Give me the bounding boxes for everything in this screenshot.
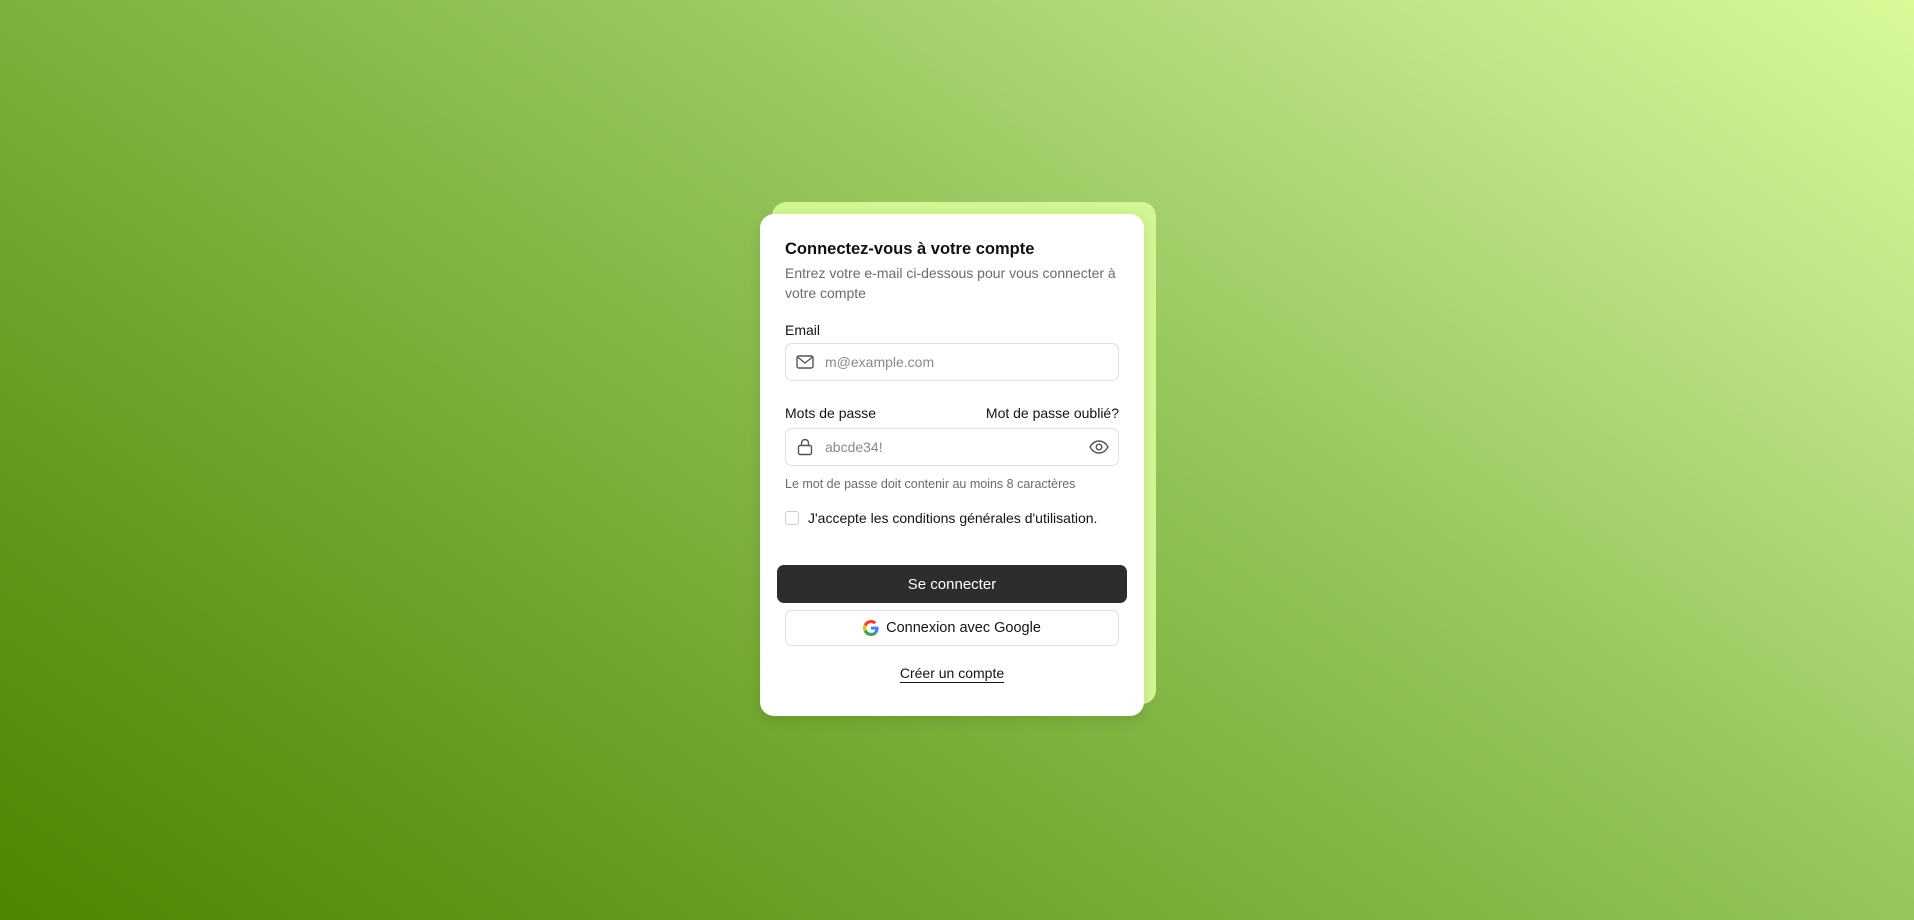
mail-icon	[795, 352, 815, 372]
sign-in-button[interactable]: Se connecter	[777, 565, 1127, 603]
email-group: Email	[785, 321, 1119, 381]
password-input[interactable]	[825, 429, 1088, 465]
terms-checkbox[interactable]	[785, 511, 799, 525]
email-input[interactable]	[825, 344, 1118, 380]
password-field[interactable]	[785, 428, 1119, 466]
create-account-link[interactable]: Créer un compte	[899, 665, 1005, 683]
eye-icon[interactable]	[1088, 436, 1110, 458]
password-hint: Le mot de passe doit contenir au moins 8…	[785, 477, 1076, 491]
page-background: Connectez-vous à votre compte Entrez vot…	[0, 0, 1914, 920]
google-sign-in-button[interactable]: Connexion avec Google	[785, 610, 1119, 646]
lock-icon	[795, 437, 815, 457]
terms-label[interactable]: J'accepte les conditions générales d'uti…	[808, 510, 1097, 526]
google-button-label: Connexion avec Google	[886, 620, 1041, 636]
email-field[interactable]	[785, 343, 1119, 381]
login-card: Connectez-vous à votre compte Entrez vot…	[760, 214, 1144, 716]
password-label: Mots de passe	[785, 405, 877, 421]
password-group: Mots de passe Mot de passe oublié? Le mo…	[785, 404, 1119, 492]
create-account-row: Créer un compte	[760, 665, 1144, 683]
card-title: Connectez-vous à votre compte	[785, 240, 1035, 258]
card-subtitle: Entrez votre e-mail ci-dessous pour vous…	[785, 265, 1116, 301]
terms-row: J'accepte les conditions générales d'uti…	[785, 510, 1119, 526]
forgot-password-link[interactable]: Mot de passe oublié?	[986, 405, 1119, 421]
email-label: Email	[785, 322, 821, 338]
google-icon	[863, 620, 879, 636]
